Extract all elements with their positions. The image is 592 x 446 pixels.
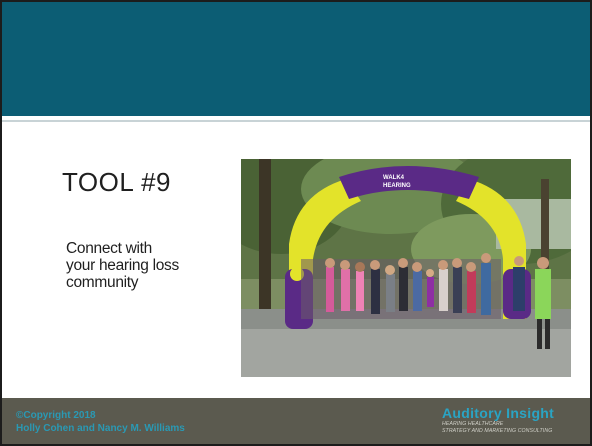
brand-name: Auditory Insight xyxy=(442,405,555,421)
brand-tagline: HEARING HEALTHCARE xyxy=(442,421,504,427)
photo-icon: WALK4 HEARING xyxy=(241,159,571,377)
authors-line: Holly Cohen and Nancy M. Williams xyxy=(16,423,185,434)
header-band xyxy=(2,2,590,116)
arch-banner-text: HEARING xyxy=(383,183,411,189)
body-line: Connect with xyxy=(66,240,153,257)
copyright-line: ©Copyright 2018 xyxy=(16,410,96,421)
walk-event-photo: WALK4 HEARING xyxy=(241,159,571,377)
brand-tagline: STRATEGY AND MARKETING CONSULTING xyxy=(442,428,553,434)
arch-banner-text: WALK4 xyxy=(383,175,405,181)
footer-copyright: ©Copyright 2018 Holly Cohen and Nancy M.… xyxy=(16,409,185,435)
slide-body-text: Connect with your hearing loss community xyxy=(66,240,226,291)
footer-brand: Auditory Insight HEARING HEALTHCARE STRA… xyxy=(442,405,578,435)
slide: TOOL #9 Connect with your hearing loss c… xyxy=(0,0,592,446)
body-line: your hearing loss xyxy=(66,257,179,274)
slide-title: TOOL #9 xyxy=(62,167,171,197)
body-line: community xyxy=(66,274,139,291)
